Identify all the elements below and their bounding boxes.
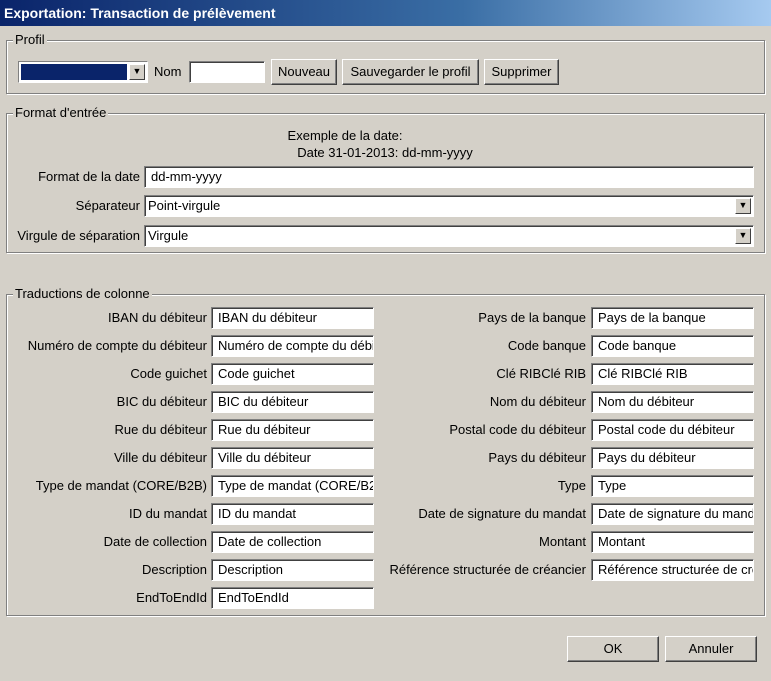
save-profile-button[interactable]: Sauvegarder le profil xyxy=(342,59,479,85)
column-label: ID du mandat xyxy=(128,506,207,521)
column-label: Numéro de compte du débiteur xyxy=(27,338,207,353)
input-format-legend: Format d'entrée xyxy=(13,105,109,121)
column-translation-field[interactable]: Type xyxy=(591,475,754,497)
column-label: Ville du débiteur xyxy=(114,450,207,465)
separator-select[interactable]: Point-virgule ▼ xyxy=(144,195,754,217)
decimal-separator-select[interactable]: Virgule ▼ xyxy=(144,225,754,247)
column-label: Code guichet xyxy=(130,366,207,381)
column-label: Clé RIBClé RIB xyxy=(496,366,586,381)
column-label: BIC du débiteur xyxy=(116,394,207,409)
profile-name-field[interactable] xyxy=(189,61,265,83)
column-label: Nom du débiteur xyxy=(489,394,586,409)
column-label: Postal code du débiteur xyxy=(449,422,586,437)
column-label: Type xyxy=(557,478,586,493)
profile-dropdown-selection xyxy=(21,64,127,80)
profile-dropdown[interactable]: ▼ xyxy=(18,61,148,83)
column-translations-legend: Traductions de colonne xyxy=(13,286,152,302)
column-translation-field[interactable]: Code guichet xyxy=(211,363,374,385)
date-format-label: Format de la date xyxy=(38,169,140,184)
window-title: Exportation: Transaction de prélèvement xyxy=(0,0,771,26)
column-label: Pays du débiteur xyxy=(488,450,586,465)
column-label: Date de signature du mandat xyxy=(418,506,586,521)
column-translation-field[interactable]: Numéro de compte du débiteur xyxy=(211,335,374,357)
column-translation-field[interactable]: IBAN du débiteur xyxy=(211,307,374,329)
ok-button[interactable]: OK xyxy=(567,636,659,662)
column-translation-field[interactable]: Pays de la banque xyxy=(591,307,754,329)
date-example-line2: Date 31-01-2013: dd-mm-yyyy xyxy=(297,145,473,160)
separator-label: Séparateur xyxy=(75,198,140,213)
date-format-field[interactable]: dd-mm-yyyy xyxy=(144,166,754,188)
chevron-down-icon[interactable]: ▼ xyxy=(735,228,751,244)
column-translation-field[interactable]: Code banque xyxy=(591,335,754,357)
column-translation-field[interactable]: Type de mandat (CORE/B2B) xyxy=(211,475,374,497)
column-label: Pays de la banque xyxy=(478,310,586,325)
column-translation-field[interactable]: Nom du débiteur xyxy=(591,391,754,413)
column-translation-field[interactable]: ID du mandat xyxy=(211,503,374,525)
column-translation-field[interactable]: BIC du débiteur xyxy=(211,391,374,413)
chevron-down-icon[interactable]: ▼ xyxy=(129,64,145,80)
cancel-button[interactable]: Annuler xyxy=(665,636,757,662)
column-translation-field[interactable]: Date de collection xyxy=(211,531,374,553)
column-translation-field[interactable]: Postal code du débiteur xyxy=(591,419,754,441)
column-translation-field[interactable]: Pays du débiteur xyxy=(591,447,754,469)
column-translation-field[interactable]: Clé RIBClé RIB xyxy=(591,363,754,385)
column-label: IBAN du débiteur xyxy=(107,310,207,325)
new-profile-button[interactable]: Nouveau xyxy=(271,59,337,85)
delete-profile-button[interactable]: Supprimer xyxy=(484,59,559,85)
separator-value: Point-virgule xyxy=(148,198,221,213)
column-translation-field[interactable]: Ville du débiteur xyxy=(211,447,374,469)
column-label: Code banque xyxy=(507,338,586,353)
column-label: Référence structurée de créancier xyxy=(389,562,586,577)
decimal-separator-value: Virgule xyxy=(148,228,189,243)
column-label: EndToEndId xyxy=(136,590,207,605)
column-label: Type de mandat (CORE/B2B) xyxy=(35,478,207,493)
column-label: Rue du débiteur xyxy=(114,422,207,437)
column-translation-field[interactable]: EndToEndId xyxy=(211,587,374,609)
column-translation-field[interactable]: Montant xyxy=(591,531,754,553)
date-example-line1: Exemple de la date: xyxy=(287,128,403,143)
column-translation-field[interactable]: Description xyxy=(211,559,374,581)
column-translation-field[interactable]: Rue du débiteur xyxy=(211,419,374,441)
column-label: Date de collection xyxy=(103,534,207,549)
profile-name-label: Nom xyxy=(154,64,182,79)
column-label: Montant xyxy=(539,534,586,549)
column-translation-field[interactable]: Date de signature du mandat xyxy=(591,503,754,525)
column-label: Description xyxy=(141,562,207,577)
column-translation-field[interactable]: Référence structurée de créancier xyxy=(591,559,754,581)
chevron-down-icon[interactable]: ▼ xyxy=(735,198,751,214)
profile-legend: Profil xyxy=(13,32,47,48)
decimal-separator-label: Virgule de séparation xyxy=(17,228,140,243)
